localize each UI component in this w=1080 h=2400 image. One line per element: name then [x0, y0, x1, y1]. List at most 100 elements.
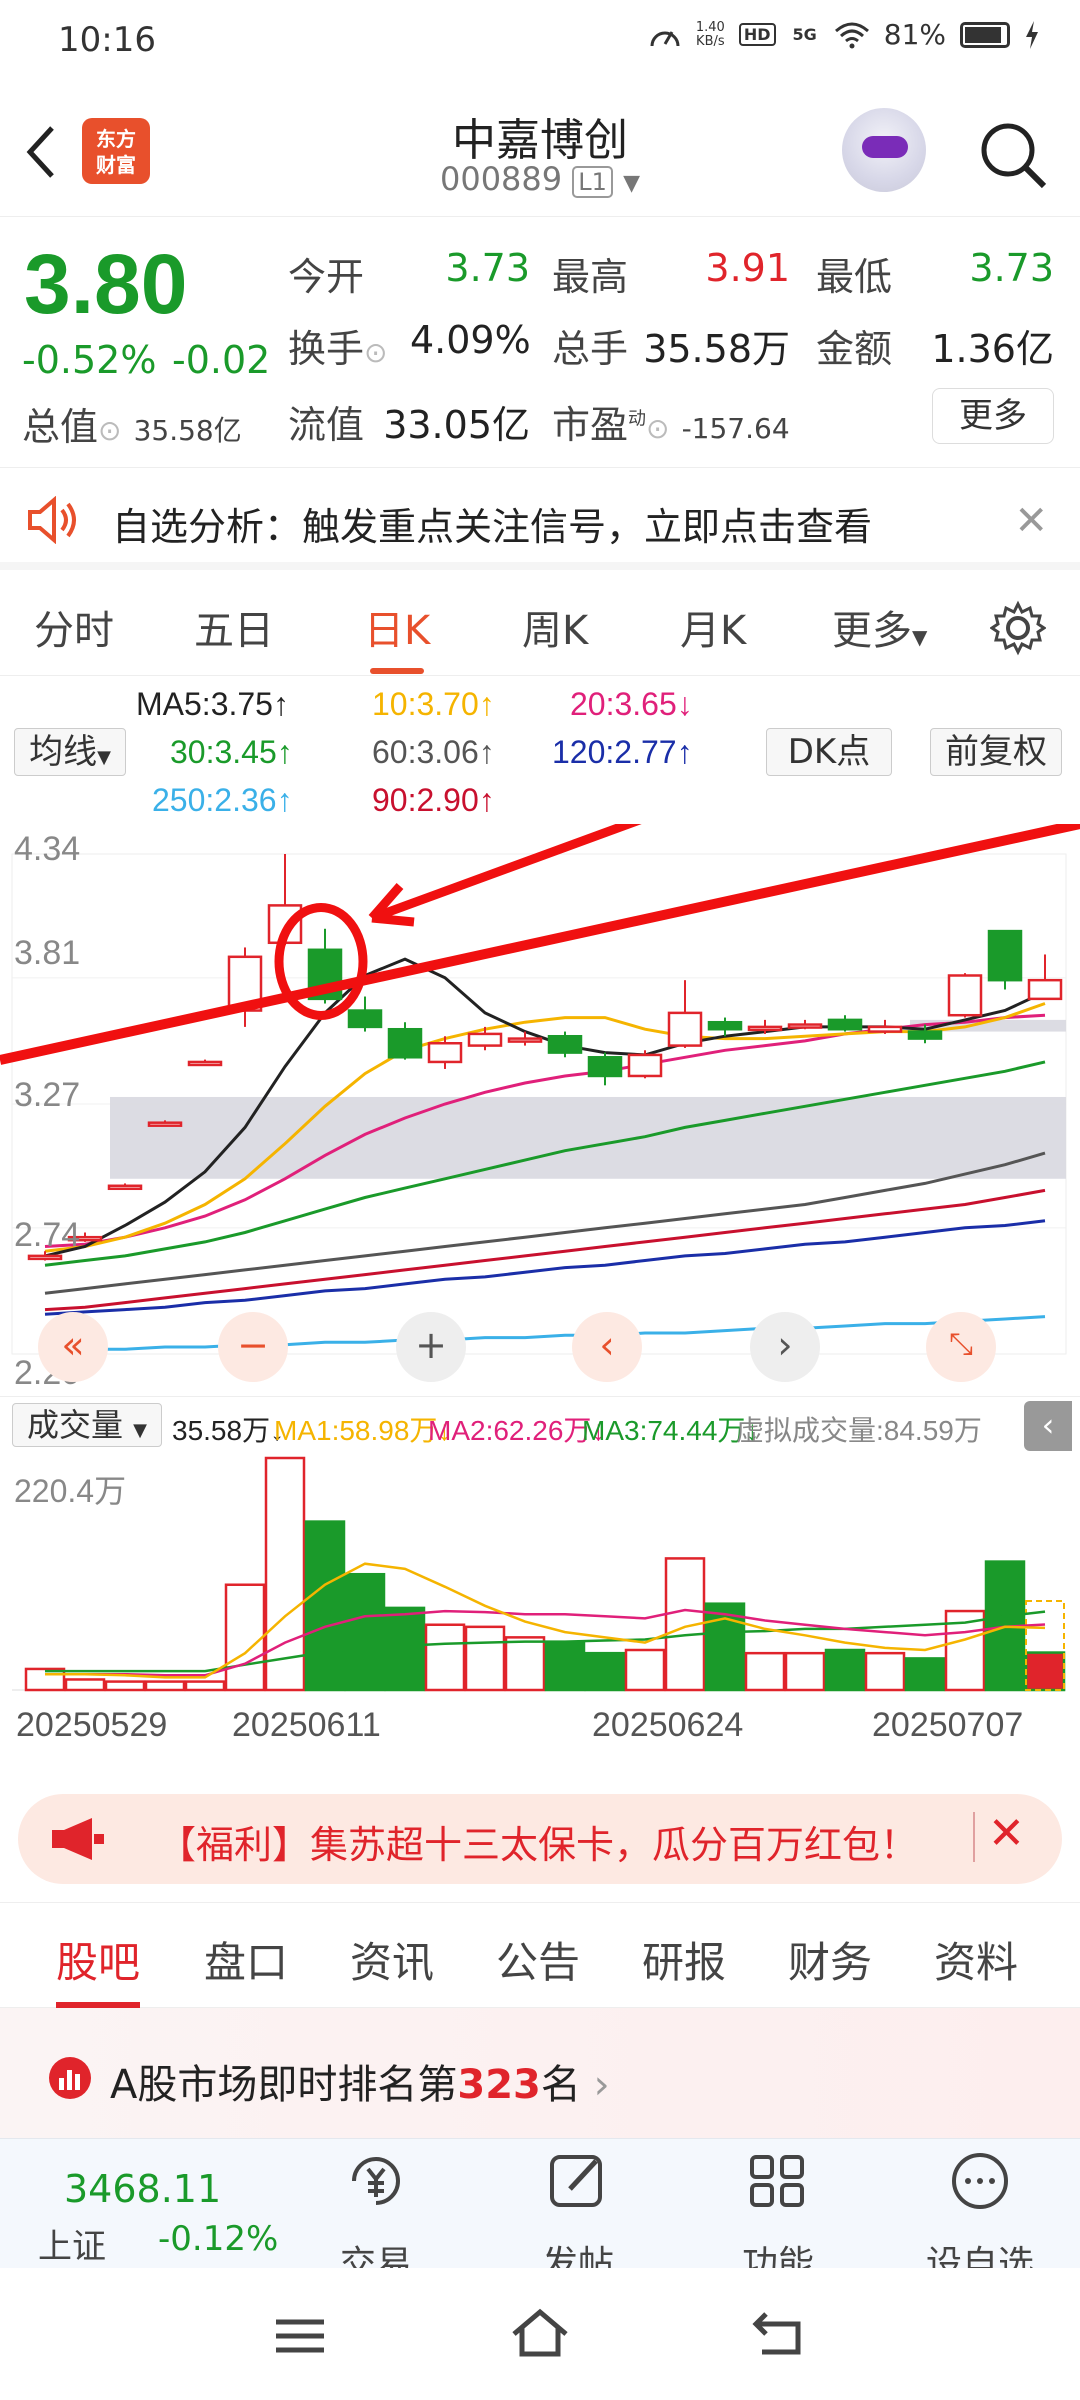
promo-text: 【福利】集苏超十三太保卡，瓜分百万红包！ — [158, 1823, 919, 1867]
candle — [187, 1059, 223, 1067]
chart-rank-icon — [49, 2057, 91, 2099]
volume-value: 35.58万 — [643, 327, 790, 371]
tab-pankou[interactable]: 盘口 — [204, 1929, 288, 1990]
open-label: 今开 — [288, 255, 365, 299]
system-nav-bar — [0, 2268, 1080, 2400]
candle — [827, 1015, 863, 1032]
tab-weekly-k[interactable]: 周K — [522, 598, 588, 656]
hd-badge: HD — [738, 23, 776, 46]
index-value[interactable]: 3468.11 — [64, 2167, 221, 2211]
volume-bar — [904, 1657, 946, 1692]
alert-text: 自选分析：触发重点关注信号，立即点击查看 — [112, 505, 873, 549]
ma-selector[interactable]: 均线▼ — [14, 728, 126, 776]
index-change: -0.12% — [158, 2219, 279, 2259]
collapse-icon[interactable]: ‹ — [1024, 1401, 1072, 1451]
tab-news[interactable]: 资讯 — [350, 1929, 434, 1990]
low-label: 最低 — [816, 255, 893, 299]
function-icon[interactable] — [746, 2149, 810, 2213]
post-icon[interactable] — [546, 2149, 610, 2213]
rank-banner[interactable]: A股市场即时排名第323名 › — [0, 2008, 1080, 2138]
tab-daily-k[interactable]: 日K — [364, 598, 430, 674]
ma250-legend: 250:2.36↑ — [152, 782, 293, 818]
ma250-line — [44, 1315, 1046, 1354]
mktcap-row: 总值⊙ 35.58亿 — [22, 405, 242, 449]
date-label: 20250611 — [232, 1706, 381, 1744]
volume-bar — [504, 1636, 546, 1692]
volume-bar — [344, 1572, 386, 1692]
volume-bar — [1024, 1651, 1066, 1692]
amount-label: 金额 — [816, 327, 893, 371]
candle — [547, 1031, 583, 1058]
volume-bar — [464, 1625, 506, 1692]
zoom-out-icon[interactable]: − — [218, 1312, 288, 1382]
watchlist-icon[interactable] — [948, 2149, 1012, 2213]
tab-monthly-k[interactable]: 月K — [680, 598, 746, 656]
tab-five-day[interactable]: 五日 — [194, 598, 274, 656]
pe-label: 市盈动⊙ -157.64 — [552, 403, 790, 447]
scroll-left-far-icon[interactable]: « — [38, 1312, 108, 1382]
chart-period-tabs: 分时 五日 日K 周K 月K 更多▼ — [0, 578, 1080, 676]
alert-banner[interactable]: 自选分析：触发重点关注信号，立即点击查看 ✕ — [0, 470, 1080, 570]
ma30-legend: 30:3.45↑ — [170, 734, 293, 770]
menu-icon[interactable] — [272, 2316, 328, 2356]
content-tabs: 股吧 盘口 资讯 公告 研报 财务 资料 — [0, 1902, 1080, 2008]
tab-intraday[interactable]: 分时 — [34, 598, 114, 656]
trade-icon[interactable] — [344, 2149, 408, 2213]
candle — [987, 929, 1023, 990]
tab-guba[interactable]: 股吧 — [56, 1929, 141, 2008]
candle — [787, 1019, 823, 1030]
tab-research[interactable]: 研报 — [642, 1929, 726, 1990]
date-label: 20250707 — [872, 1706, 1024, 1744]
bottom-nav: 3468.11 上证 -0.12% 交易 发帖 功能 设自选 — [0, 2138, 1080, 2285]
ma10-legend: 10:3.70↑ — [372, 686, 495, 722]
tab-announcement[interactable]: 公告 — [496, 1929, 580, 1990]
rank-text: A股市场即时排名第323名 › — [110, 2062, 610, 2108]
volume-bar — [824, 1648, 866, 1692]
ma60-legend: 60:3.06↑ — [372, 734, 495, 770]
stock-header: 东方 财富 中嘉博创 000889 L1 ▼ — [0, 82, 1080, 217]
tab-more[interactable]: 更多▼ — [832, 598, 927, 656]
float-value: 33.05亿 — [383, 403, 530, 447]
gear-icon[interactable] — [990, 600, 1046, 656]
price-axis-label: 4.34 — [14, 830, 81, 868]
candle — [507, 1031, 543, 1046]
back-nav-icon[interactable] — [752, 2308, 808, 2358]
turnover-value: 4.09% — [410, 318, 531, 362]
vol-ma2: MA2:62.26万↓ — [428, 1415, 606, 1446]
ma120-legend: 120:2.77↑ — [552, 734, 693, 770]
candle — [627, 1050, 663, 1079]
last-price: 3.80 — [24, 237, 188, 331]
adjust-button[interactable]: 前复权 — [930, 728, 1062, 776]
high-value: 3.91 — [705, 246, 790, 290]
close-icon[interactable]: ✕ — [1014, 498, 1048, 544]
promo-banner[interactable]: 【福利】集苏超十三太保卡，瓜分百万红包！ ✕ — [18, 1794, 1062, 1884]
scroll-right-icon[interactable]: › — [750, 1312, 820, 1382]
candle — [227, 947, 263, 1027]
volume-bar — [304, 1520, 346, 1692]
high-label: 最高 — [552, 255, 629, 299]
speaker-icon — [28, 496, 76, 544]
dk-point-button[interactable]: DK点 — [766, 728, 892, 776]
more-button[interactable]: 更多 — [932, 388, 1054, 444]
scroll-left-icon[interactable]: ‹ — [572, 1312, 642, 1382]
close-icon[interactable]: ✕ — [988, 1808, 1025, 1859]
indicator-selector[interactable]: 成交量 ▼ — [12, 1403, 162, 1447]
ma5-legend: MA5:3.75↑ — [136, 686, 289, 722]
speed-icon — [650, 30, 680, 46]
assistant-avatar[interactable] — [842, 108, 926, 192]
candle — [1027, 954, 1063, 1001]
home-icon[interactable] — [510, 2306, 570, 2360]
volume-bar — [384, 1606, 426, 1692]
change-amount: -0.02 — [172, 338, 271, 382]
tab-profile[interactable]: 资料 — [934, 1929, 1018, 1990]
quote-panel: 3.80 -0.52% -0.02 总值⊙ 35.58亿 今开 3.73 最高 … — [0, 218, 1080, 468]
fullscreen-icon[interactable]: ⤡ — [926, 1312, 996, 1382]
volume-label: 总手 — [552, 327, 629, 371]
zoom-in-icon[interactable]: + — [396, 1312, 466, 1382]
kline-chart[interactable] — [0, 824, 1080, 1384]
ma90-legend: 90:2.90↑ — [372, 782, 495, 818]
tab-finance[interactable]: 财务 — [788, 1929, 872, 1990]
volume-indicator-bar: 成交量 ▼ 35.58万↓ MA1:58.98万↓ MA2:62.26万↓ MA… — [0, 1396, 1080, 1452]
search-icon[interactable] — [978, 120, 1048, 190]
candle — [947, 973, 983, 1018]
